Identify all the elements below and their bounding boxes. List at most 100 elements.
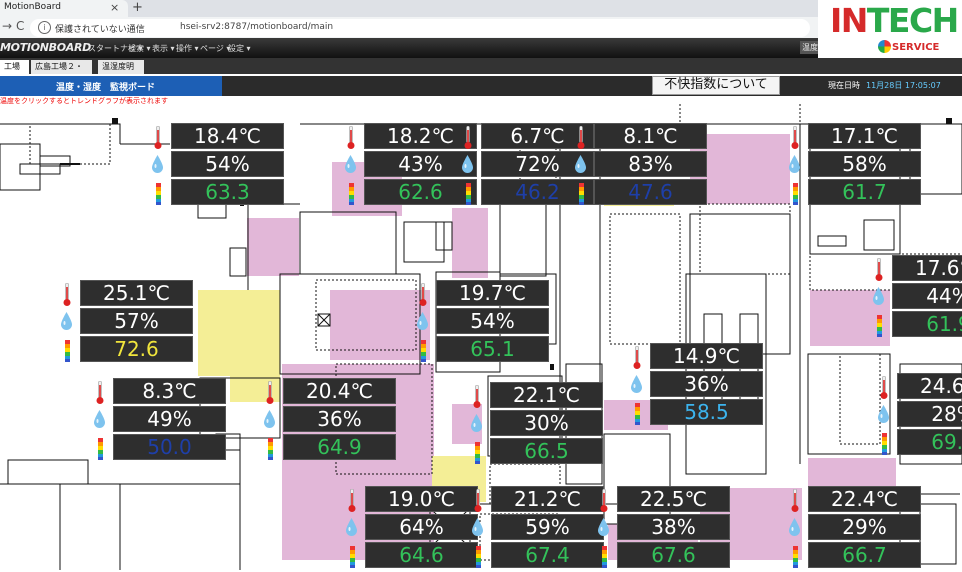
color-scale-icon <box>421 340 426 362</box>
discomfort-index-value: 69.0 <box>897 429 962 455</box>
water-drop-icon <box>873 287 884 305</box>
humidity-value: 54% <box>171 151 284 177</box>
thermometer-icon <box>154 125 162 150</box>
intech-logo: INTECH <box>830 1 959 40</box>
color-scale-icon <box>793 183 798 205</box>
menu-view[interactable]: 表示 ▾ <box>152 43 175 54</box>
temperature-value[interactable]: 19.0℃ <box>365 486 478 512</box>
temperature-value[interactable]: 22.1℃ <box>490 382 603 408</box>
temperature-value[interactable]: 21.2℃ <box>491 486 604 512</box>
color-scale-icon <box>156 183 161 205</box>
app-logo: MOTIONBOARD <box>0 41 92 54</box>
temperature-value[interactable]: 19.7℃ <box>436 280 549 306</box>
address-bar[interactable]: i 保護されていない通信 hsei-srv2:8787/motionboard/… <box>30 19 810 37</box>
datetime-label: 現在日時 <box>828 81 860 90</box>
humidity-value: 64% <box>365 514 478 540</box>
url-text[interactable]: hsei-srv2:8787/motionboard/main <box>180 22 333 32</box>
humidity-value: 43% <box>364 151 477 177</box>
thermometer-icon <box>577 125 585 150</box>
discomfort-index-button[interactable]: 不快指数について <box>652 76 780 95</box>
temperature-value[interactable]: 18.2℃ <box>364 123 477 149</box>
info-icon[interactable]: i <box>38 21 51 34</box>
water-drop-icon <box>575 155 586 173</box>
security-warning: 保護されていない通信 <box>55 25 145 35</box>
tab-title: MotionBoard <box>4 2 61 12</box>
water-drop-icon <box>346 518 357 536</box>
water-drop-icon <box>462 155 473 173</box>
menu-page[interactable]: ページ ▾ <box>200 43 230 54</box>
water-drop-icon <box>417 312 428 330</box>
temperature-value[interactable]: 8.1℃ <box>594 123 707 149</box>
tab-factory-1f[interactable]: 工場１Ｆ <box>0 60 29 85</box>
color-scale-icon <box>349 183 354 205</box>
menu-settings[interactable]: 設定 ▾ <box>228 43 251 54</box>
temperature-value[interactable]: 14.9℃ <box>650 343 763 369</box>
thermometer-icon <box>875 257 883 282</box>
color-scale-icon <box>476 546 481 568</box>
water-drop-icon <box>472 518 483 536</box>
humidity-value: 49% <box>113 406 226 432</box>
color-scale-icon <box>579 183 584 205</box>
browser-tab[interactable]: MotionBoard × <box>0 0 128 17</box>
temperature-value[interactable]: 22.5℃ <box>617 486 730 512</box>
temperature-value[interactable]: 17.1℃ <box>808 123 921 149</box>
color-scale-icon <box>793 546 798 568</box>
temperature-value[interactable]: 24.6℃ <box>897 373 962 399</box>
discomfort-index-value: 67.6 <box>617 542 730 568</box>
humidity-value: 36% <box>650 371 763 397</box>
board-titlebar: 温度・湿度 監視ボード 不快指数について 現在日時 11月28日 17:05:0… <box>0 76 962 96</box>
color-scale-icon <box>602 546 607 568</box>
water-drop-icon <box>345 155 356 173</box>
humidity-value: 58% <box>808 151 921 177</box>
humidity-value: 54% <box>436 308 549 334</box>
menu-search[interactable]: 検索 ▾ <box>128 43 151 54</box>
humidity-value: 57% <box>80 308 193 334</box>
search-button[interactable]: 温度 <box>800 41 820 54</box>
new-tab-icon[interactable]: + <box>132 0 143 15</box>
color-scale-icon <box>475 442 480 464</box>
tab-humidity-detail[interactable]: 温湿度明細 <box>98 60 144 85</box>
discomfort-index-value: 64.9 <box>283 434 396 460</box>
discomfort-index-value: 63.3 <box>171 179 284 205</box>
discomfort-index-value: 61.7 <box>808 179 921 205</box>
water-drop-icon <box>61 312 72 330</box>
close-icon[interactable]: × <box>110 1 119 14</box>
page-title: 温度・湿度 監視ボード <box>56 83 156 93</box>
humidity-value: 44% <box>892 283 962 309</box>
color-scale-icon <box>268 438 273 460</box>
humidity-value: 83% <box>594 151 707 177</box>
temperature-value[interactable]: 8.3℃ <box>113 378 226 404</box>
water-drop-icon <box>631 375 642 393</box>
water-drop-icon <box>878 405 889 423</box>
thermometer-icon <box>880 375 888 400</box>
tab-hiroshima-2-3f[interactable]: 広島工場２・３Ｆ <box>31 60 92 85</box>
discomfort-index-value: 67.4 <box>491 542 604 568</box>
discomfort-index-value: 66.7 <box>808 542 921 568</box>
temperature-value[interactable]: 22.4℃ <box>808 486 921 512</box>
forward-icon[interactable]: → <box>2 19 12 33</box>
thermometer-icon <box>96 380 104 405</box>
thermometer-icon <box>791 488 799 513</box>
menu-operation[interactable]: 操作 ▾ <box>176 43 199 54</box>
thermometer-icon <box>347 125 355 150</box>
thermometer-icon <box>266 380 274 405</box>
water-drop-icon <box>152 155 163 173</box>
thermometer-icon <box>348 488 356 513</box>
humidity-value: 30% <box>490 410 603 436</box>
water-drop-icon <box>598 518 609 536</box>
reload-icon[interactable]: C <box>16 19 24 33</box>
discomfort-index-value: 72.6 <box>80 336 193 362</box>
color-scale-icon <box>877 315 882 337</box>
discomfort-index-value: 61.9 <box>892 311 962 337</box>
temperature-value[interactable]: 25.1℃ <box>80 280 193 306</box>
temperature-value[interactable]: 20.4℃ <box>283 378 396 404</box>
intech-brand: INTECH SERVICE <box>818 0 962 58</box>
discomfort-index-value: 47.6 <box>594 179 707 205</box>
thermometer-icon <box>600 488 608 513</box>
water-drop-icon <box>789 155 800 173</box>
temperature-value[interactable]: 18.4℃ <box>171 123 284 149</box>
temperature-value[interactable]: 17.6℃ <box>892 255 962 281</box>
humidity-value: 59% <box>491 514 604 540</box>
thermometer-icon <box>633 345 641 370</box>
humidity-value: 28% <box>897 401 962 427</box>
